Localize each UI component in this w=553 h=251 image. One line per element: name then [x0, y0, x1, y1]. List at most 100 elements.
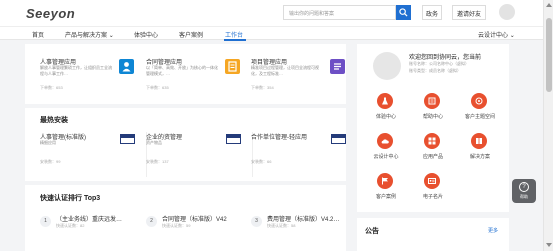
nav-cloud-design[interactable]: 云设计中心 ⌄ [478, 30, 515, 39]
quick-link-label: 云设计中心 [373, 154, 399, 160]
apps-panel: 人事管理应用 解放人事管理繁琐工作，让组织员工全流程与人事工作… 下单数：653… [25, 44, 346, 104]
grid-icon [424, 133, 440, 149]
search-icon [399, 8, 408, 17]
rank-title: 费用管理（标准版）V4.2… [267, 217, 340, 223]
rank-item[interactable]: 1 （主业务线）重庆远发… 快速认证数：82 [40, 214, 147, 239]
user-account-type: 账号类型：成员名称（虚拟） [409, 68, 461, 73]
chevron-down-icon[interactable] [546, 243, 552, 247]
avatar[interactable] [499, 4, 515, 20]
rank-number: 3 [251, 216, 262, 227]
nav-products-label: 产品与解决方案 [65, 33, 108, 39]
logo[interactable]: Seeyon [26, 6, 75, 21]
rank-title: 合同管理（标准版）V42 [162, 217, 227, 223]
nav-experience[interactable]: 体验中心 [134, 30, 158, 39]
quick-link-label: 客户案例 [375, 194, 396, 200]
contract-icon [225, 59, 240, 74]
app-card-project[interactable]: 项目管理应用 精准项目过程管理，让项目全流程可视化，及工程标准… 下单数：354 [251, 57, 350, 102]
quick-link-help[interactable]: 帮助中心 [410, 93, 456, 125]
person-icon [119, 59, 134, 74]
rank-number: 2 [146, 216, 157, 227]
scrollbar[interactable] [543, 0, 553, 251]
nav-cloud-design-label: 云设计中心 [478, 33, 509, 39]
rank-panel: 快速认证排行 Top3 1 （主业务线）重庆远发… 快速认证数：82 2 合同管… [25, 185, 346, 251]
notice-panel: 公告 更多 [357, 218, 509, 251]
user-panel: 欢迎您回到协同云，您当前 账号名称：公司名称中心（虚拟） 账号类型：成员名称（虚… [357, 44, 509, 212]
rank-item[interactable]: 2 合同管理（标准版）V42 快速认证数：59 [146, 214, 253, 239]
space-icon [471, 93, 487, 109]
chevron-up-icon[interactable] [546, 3, 552, 7]
quick-link-business-card[interactable]: 电子名片 [410, 173, 456, 205]
app-count: 下单数：635 [146, 85, 169, 90]
flag-icon [377, 173, 393, 189]
nav-products[interactable]: 产品与解决方案 ⌄ [65, 30, 114, 39]
hot-title: 合作单位管理-轻应用 [251, 135, 307, 141]
project-icon [330, 59, 345, 74]
quick-link-label: 帮助中心 [422, 114, 443, 120]
app-card-contract[interactable]: 合同管理应用 以「简单、高效、开放」为核心的一体化管理模式，… 下单数：635 [146, 57, 245, 102]
quick-link-label: 电子名片 [422, 194, 443, 200]
search-input[interactable]: 输出你的问题和答案 [283, 5, 396, 20]
section-title: 最热安装 [40, 117, 68, 124]
rank-number: 1 [40, 216, 51, 227]
question-icon: ? [519, 182, 529, 192]
book-icon [471, 133, 487, 149]
quick-link-customer-space[interactable]: 客户主题空间 [457, 93, 503, 125]
quick-link-label: 体验中心 [375, 114, 396, 120]
chevron-down-icon: ⌄ [509, 33, 515, 39]
scrollbar-thumb[interactable] [546, 18, 552, 92]
quick-link-experience[interactable]: 体验中心 [363, 93, 409, 125]
app-count: 下单数：354 [251, 85, 274, 90]
policy-button[interactable]: 政务 [422, 5, 442, 20]
quick-link-label: 客户主题空间 [464, 114, 495, 120]
section-title: 快速认证排行 Top3 [40, 195, 101, 202]
quick-link-apps[interactable]: 应用产品 [410, 133, 456, 165]
user-greeting: 欢迎您回到协同云，您当前 [409, 55, 482, 61]
quick-link-cloud-design[interactable]: 云设计中心 [363, 133, 409, 165]
nav-workspace[interactable]: 工作台 [225, 30, 243, 39]
search-button[interactable] [396, 5, 411, 20]
document-icon [226, 134, 241, 144]
hot-count: 安装数：66 [251, 159, 272, 164]
nav-cases[interactable]: 客户案例 [179, 30, 203, 39]
chevron-down-icon: ⌄ [108, 33, 114, 39]
hot-install-panel: 最热安装 人事管理(标准版) 精细应用 安装数：99 企业的资管理 资产物品 安… [25, 108, 346, 181]
app-card-hr[interactable]: 人事管理应用 解放人事管理繁琐工作，让组织员工全流程与人事工作… 下单数：653 [40, 57, 139, 102]
flask-icon [377, 93, 393, 109]
app-desc: 精准项目过程管理，让项目全流程可视化，及工程标准… [251, 65, 319, 76]
floating-help-button[interactable]: ? 帮助 [512, 179, 536, 203]
hot-card-partner[interactable]: 合作单位管理-轻应用 安装数：66 [251, 132, 358, 177]
main-nav: 首页 产品与解决方案 ⌄ 体验中心 客户案例 工作台 云设计中心 ⌄ [0, 26, 553, 41]
rank-item[interactable]: 3 费用管理（标准版）V4.2… 快速认证数：58 [251, 214, 358, 239]
hot-count: 安装数：137 [146, 159, 169, 164]
cloud-icon [377, 133, 393, 149]
user-account-name: 账号名称：公司名称中心（虚拟） [409, 61, 469, 66]
hot-desc: 精细应用 [40, 140, 56, 145]
app-desc: 解放人事管理繁琐工作，让组织员工全流程与人事工作… [40, 65, 112, 76]
app-count: 下单数：653 [40, 85, 63, 90]
nav-home[interactable]: 首页 [32, 30, 44, 39]
help-icon [424, 93, 440, 109]
hot-card-hr[interactable]: 人事管理(标准版) 精细应用 安装数：99 [40, 132, 147, 177]
invite-friends-button[interactable]: 邀请好友 [452, 5, 486, 20]
quick-link-solutions[interactable]: 解决方案 [457, 133, 503, 165]
top-bar: Seeyon 输出你的问题和答案 政务 邀请好友 [0, 0, 553, 26]
hot-card-assets[interactable]: 企业的资管理 资产物品 安装数：137 [146, 132, 253, 177]
floating-help-label: 帮助 [520, 194, 528, 199]
rank-count: 快速认证数：82 [56, 223, 85, 228]
quick-link-label: 应用产品 [422, 154, 443, 160]
notice-more-link[interactable]: 更多 [488, 227, 498, 234]
rank-count: 快速认证数：59 [162, 223, 191, 228]
document-icon [120, 134, 135, 144]
logo-text: Seeyon [26, 6, 76, 21]
rank-title: （主业务线）重庆远发… [56, 217, 123, 223]
card-icon [424, 173, 440, 189]
rank-count: 快速认证数：58 [267, 223, 296, 228]
avatar[interactable] [373, 52, 401, 80]
quick-link-cases[interactable]: 客户案例 [363, 173, 409, 205]
document-icon [331, 134, 346, 144]
quick-link-label: 解决方案 [469, 154, 490, 160]
hot-desc: 资产物品 [146, 140, 162, 145]
app-desc: 以「简单、高效、开放」为核心的一体化管理模式，… [146, 65, 218, 76]
hot-count: 安装数：99 [40, 159, 61, 164]
section-title: 公告 [365, 228, 379, 235]
